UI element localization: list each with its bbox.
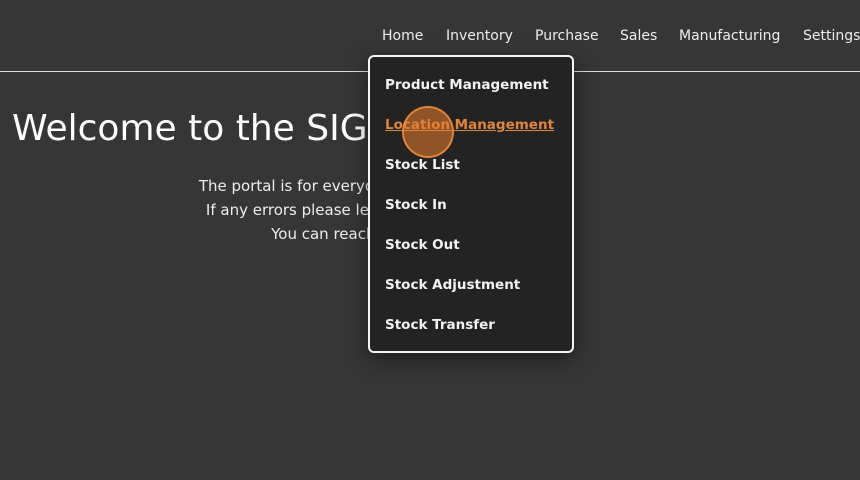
- page: Home Inventory Purchase Sales Manufactur…: [0, 0, 860, 480]
- menu-item-stock-in[interactable]: Stock In: [385, 196, 447, 214]
- menu-item-stock-adjustment[interactable]: Stock Adjustment: [385, 276, 520, 294]
- page-title: Welcome to the SIG P: [12, 108, 401, 149]
- nav-item-manufacturing[interactable]: Manufacturing: [679, 27, 780, 45]
- inventory-dropdown-menu: Product Management Location Management S…: [368, 55, 574, 353]
- menu-item-product-management[interactable]: Product Management: [385, 76, 549, 94]
- nav-item-purchase[interactable]: Purchase: [535, 27, 599, 45]
- nav-item-settings[interactable]: Settings: [803, 27, 860, 45]
- menu-item-location-management[interactable]: Location Management: [385, 116, 554, 134]
- nav-item-home[interactable]: Home: [382, 27, 423, 45]
- menu-item-stock-list[interactable]: Stock List: [385, 156, 460, 174]
- menu-item-stock-transfer[interactable]: Stock Transfer: [385, 316, 495, 334]
- menu-item-stock-out[interactable]: Stock Out: [385, 236, 460, 254]
- nav-item-inventory[interactable]: Inventory: [446, 27, 513, 45]
- nav-item-sales[interactable]: Sales: [620, 27, 657, 45]
